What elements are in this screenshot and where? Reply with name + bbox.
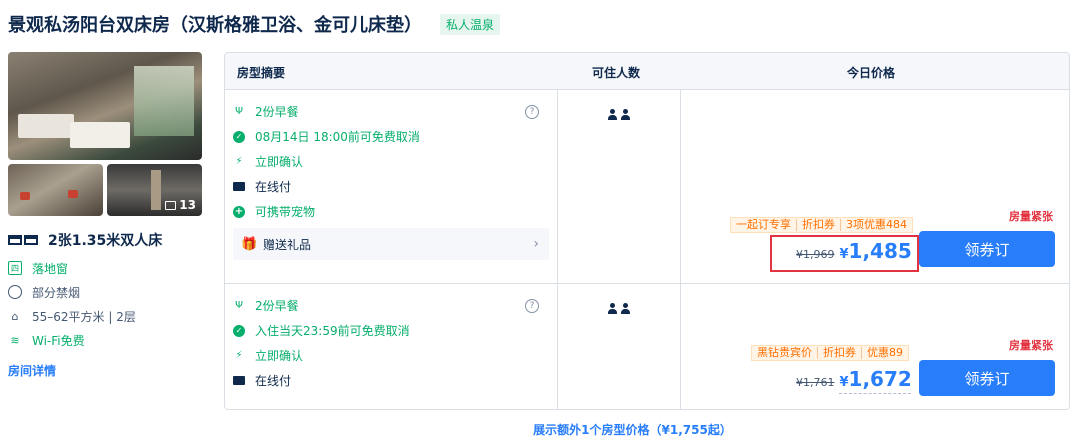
header-occupancy: 可住人数	[592, 66, 641, 80]
room-main-photo[interactable]	[8, 52, 202, 160]
area-icon: ⌂	[11, 309, 19, 323]
no-smoking-icon	[8, 285, 22, 299]
scarcity-label: 房量紧张	[1009, 339, 1053, 352]
original-price: ¥1,969	[796, 248, 835, 261]
room-title: 景观私汤阳台双床房（汉斯格雅卫浴、金可儿床垫）	[8, 15, 422, 36]
payment-label: 在线付	[255, 374, 292, 388]
cancel-label: 08月14日 18:00前可免费取消	[255, 130, 420, 144]
rate-plan-1: ? Ψ 2份早餐 ✓ 08月14日 18:00前可免费取消 ⚡ 立即确认 在线付 + 可…	[233, 99, 549, 260]
person-icon	[608, 109, 617, 120]
bed-icon	[8, 235, 40, 245]
gift-label: 赠送礼品	[263, 237, 312, 252]
payment-label: 在线付	[255, 180, 292, 194]
confirm-label: 立即确认	[255, 155, 304, 169]
photo-count: 13	[165, 198, 196, 212]
promo-tag: 一起订专享	[731, 219, 797, 231]
show-more-rates-link[interactable]: 展示额外1个房型价格（¥1,755起）	[0, 421, 1080, 438]
current-price: ¥1,672	[840, 367, 912, 391]
rate-plan-2: ? Ψ 2份早餐 ✓ 入住当天23:59前可免费取消 ⚡ 立即确认 在线付	[233, 293, 549, 393]
payment-line: 在线付	[233, 368, 549, 393]
pets-line: + 可携带宠物	[233, 199, 549, 224]
feature-label: 落地窗	[32, 261, 69, 276]
occupancy-2-adults	[608, 109, 630, 120]
breakfast-line: Ψ 2份早餐	[233, 99, 549, 124]
room-details-link[interactable]: 房间详情	[8, 362, 208, 379]
header-price: 今日价格	[847, 66, 896, 80]
person-icon	[621, 109, 630, 120]
person-icon	[621, 303, 630, 314]
help-icon[interactable]: ?	[525, 299, 539, 313]
breakfast-label: 2份早餐	[255, 105, 299, 119]
confirm-label: 立即确认	[255, 349, 304, 363]
rate-plan-table: 房型摘要 可住人数 今日价格 ? Ψ 2份早餐 ✓ 08月14日 18:00前可免费…	[224, 52, 1070, 410]
pet-icon: +	[233, 205, 245, 218]
room-thumbnail[interactable]	[8, 164, 103, 216]
currency-symbol: ¥	[839, 375, 849, 390]
promo-tags[interactable]: 一起订专享 折扣券 3项优惠484	[730, 217, 913, 233]
room-gallery[interactable]: 13	[8, 52, 202, 216]
hot-spring-tag: 私人温泉	[440, 13, 501, 35]
gift-row[interactable]: 🎁 赠送礼品 ›	[233, 228, 549, 260]
promo-tag: 优惠89	[867, 346, 903, 359]
price-underline	[839, 393, 911, 394]
occupancy-2-adults	[608, 303, 630, 314]
currency-symbol: ¥	[839, 247, 849, 262]
check-icon: ✓	[233, 324, 245, 337]
feature-window: 四 落地窗	[8, 256, 208, 280]
help-icon[interactable]: ?	[525, 105, 539, 119]
scarcity-label: 房量紧张	[1009, 210, 1053, 223]
card-icon	[233, 182, 245, 191]
photo-count-value: 13	[179, 198, 196, 212]
utensils-icon: Ψ	[235, 300, 243, 311]
confirm-line: ⚡ 立即确认	[233, 149, 549, 174]
chevron-right-icon: ›	[533, 236, 539, 252]
bed-info: 2张1.35米双人床	[8, 230, 208, 250]
cancel-line: ✓ 08月14日 18:00前可免费取消	[233, 124, 549, 149]
window-icon: 四	[8, 261, 22, 275]
room-thumbnail[interactable]: 13	[107, 164, 202, 216]
lightning-icon: ⚡	[235, 156, 243, 167]
check-icon: ✓	[233, 130, 245, 143]
card-icon	[233, 376, 245, 385]
feature-wifi: ≋ Wi-Fi免费	[8, 328, 208, 352]
cancel-line: ✓ 入住当天23:59前可免费取消	[233, 318, 549, 343]
price-block: ¥1,761 ¥1,672	[796, 367, 912, 391]
current-price: ¥1,485	[840, 239, 912, 263]
utensils-icon: Ψ	[235, 106, 243, 117]
breakfast-line: Ψ 2份早餐	[233, 293, 549, 318]
gift-icon: 🎁	[241, 236, 258, 252]
feature-area: ⌂ 55–62平方米 | 2层	[8, 304, 208, 328]
header-summary: 房型摘要	[237, 66, 286, 80]
feature-smoking: 部分禁烟	[8, 280, 208, 304]
room-title-row: 景观私汤阳台双床房（汉斯格雅卫浴、金可儿床垫） 私人温泉	[8, 10, 501, 38]
promo-tag: 3项优惠484	[846, 218, 907, 231]
book-button[interactable]: 领券订	[919, 360, 1055, 396]
breakfast-label: 2份早餐	[255, 299, 299, 313]
promo-tags[interactable]: 黑钻贵宾价 折扣券 优惠89	[751, 345, 909, 361]
confirm-line: ⚡ 立即确认	[233, 343, 549, 368]
table-header: 房型摘要 可住人数 今日价格	[225, 53, 1069, 89]
image-icon	[165, 200, 177, 210]
promo-tag: 折扣券	[818, 347, 862, 359]
book-button[interactable]: 领券订	[919, 231, 1055, 267]
price-value: 1,485	[848, 239, 912, 263]
feature-label: 部分禁烟	[32, 285, 81, 300]
price-block: ¥1,969 ¥1,485	[796, 239, 912, 263]
bed-label: 2张1.35米双人床	[48, 233, 163, 249]
feature-label: 55–62平方米 | 2层	[32, 309, 136, 324]
promo-tag: 折扣券	[797, 219, 841, 231]
lightning-icon: ⚡	[235, 350, 243, 361]
feature-label: Wi-Fi免费	[32, 333, 85, 348]
price-value: 1,672	[848, 367, 912, 391]
wifi-icon: ≋	[10, 333, 20, 347]
payment-line: 在线付	[233, 174, 549, 199]
original-price: ¥1,761	[796, 376, 835, 389]
promo-tag: 黑钻贵宾价	[752, 347, 818, 359]
pets-label: 可携带宠物	[255, 205, 316, 219]
room-info: 2张1.35米双人床 四 落地窗 部分禁烟 ⌂ 55–62平方米 | 2层 ≋ …	[8, 230, 208, 379]
cancel-label: 入住当天23:59前可免费取消	[255, 324, 410, 338]
person-icon	[608, 303, 617, 314]
